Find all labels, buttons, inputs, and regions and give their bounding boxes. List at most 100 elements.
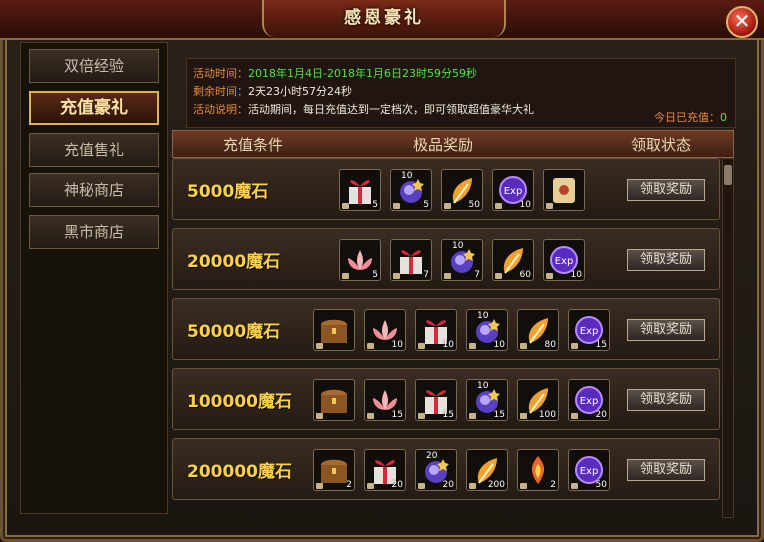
item-count: 20 [442, 480, 454, 490]
gift-box-reward-slot[interactable]: 20 [364, 449, 406, 491]
treasure-chest-reward-slot[interactable]: 2 [313, 449, 355, 491]
item-level: 10 [477, 311, 489, 321]
bound-lock-icon [418, 483, 425, 489]
recharge-condition: 20000魔石 [187, 252, 281, 272]
sidebar-item-mystery-shop[interactable]: 神秘商店 [29, 173, 159, 207]
item-level: 10 [401, 171, 413, 181]
soul-orb-reward-slot[interactable]: 20 20 [415, 449, 457, 491]
today-recharged: 今日已充值：0 [654, 109, 727, 125]
scrollbar-thumb[interactable] [724, 165, 732, 185]
table-row: 50000魔石 10 10 10 10 80 Exp 15 领取奖励 [172, 298, 720, 360]
bound-lock-icon [393, 203, 400, 209]
recharge-condition: 100000魔石 [187, 392, 292, 412]
bound-lock-icon [469, 343, 476, 349]
event-remaining-value: 2天23小时57分24秒 [248, 85, 352, 98]
svg-text:Exp: Exp [580, 466, 599, 477]
claim-reward-button[interactable]: 领取奖励 [627, 389, 705, 411]
close-button[interactable]: ✕ [726, 6, 758, 38]
event-time-value: 2018年1月4日-2018年1月6日23时59分59秒 [248, 67, 477, 80]
lotus-reward-slot[interactable]: 15 [364, 379, 406, 421]
item-count: 5 [423, 200, 429, 210]
bound-lock-icon [444, 273, 451, 279]
bound-lock-icon [469, 413, 476, 419]
table-row: 100000魔石 15 15 10 15 100 Exp 20 领取奖励 [172, 368, 720, 430]
exp-orb-reward-slot[interactable]: Exp 10 [543, 239, 585, 281]
item-count: 20 [595, 410, 607, 420]
lotus-reward-slot[interactable]: 5 [339, 239, 381, 281]
bound-lock-icon [495, 203, 502, 209]
treasure-chest-reward-slot[interactable] [313, 379, 355, 421]
bound-lock-icon [342, 203, 349, 209]
bound-lock-icon [520, 343, 527, 349]
treasure-chest-reward-slot[interactable] [313, 309, 355, 351]
item-count: 200 [487, 480, 505, 490]
sidebar-item-double-exp[interactable]: 双倍经验 [29, 49, 159, 83]
window-title: 感恩豪礼 [262, 0, 506, 38]
bound-lock-icon [393, 273, 400, 279]
soul-orb-reward-slot[interactable]: 10 5 [390, 169, 432, 211]
item-count: 7 [474, 270, 480, 280]
bound-lock-icon [316, 413, 323, 419]
item-count: 5 [372, 270, 378, 280]
scroll-reward-slot[interactable] [543, 169, 585, 211]
item-count: 15 [391, 410, 403, 420]
claim-reward-button[interactable]: 领取奖励 [627, 459, 705, 481]
exp-orb-reward-slot[interactable]: Exp 20 [568, 379, 610, 421]
today-recharged-value: 0 [720, 111, 727, 124]
sidebar-item-recharge-gift[interactable]: 充值豪礼 [29, 91, 159, 125]
claim-reward-button[interactable]: 领取奖励 [627, 249, 705, 271]
item-count: 15 [442, 410, 454, 420]
bound-lock-icon [316, 483, 323, 489]
exp-orb-reward-slot[interactable]: Exp 15 [568, 309, 610, 351]
bound-lock-icon [444, 203, 451, 209]
lotus-reward-slot[interactable]: 10 [364, 309, 406, 351]
svg-text:Exp: Exp [580, 396, 599, 407]
event-desc: 活动说明：活动期间，每日充值达到一定档次，即可领取超值豪华大礼 [193, 101, 534, 117]
feather-reward-slot[interactable]: 200 [466, 449, 508, 491]
soul-orb-reward-slot[interactable]: 10 7 [441, 239, 483, 281]
exp-orb-reward-slot[interactable]: Exp 50 [568, 449, 610, 491]
svg-text:Exp: Exp [504, 186, 523, 197]
svg-text:Exp: Exp [580, 326, 599, 337]
gift-box-reward-slot[interactable]: 5 [339, 169, 381, 211]
bound-lock-icon [316, 343, 323, 349]
bound-lock-icon [418, 413, 425, 419]
item-count: 10 [442, 340, 454, 350]
event-desc-value: 活动期间，每日充值达到一定档次，即可领取超值豪华大礼 [248, 103, 534, 116]
bound-lock-icon [367, 343, 374, 349]
soul-orb-reward-slot[interactable]: 10 10 [466, 309, 508, 351]
item-count: 10 [519, 200, 531, 210]
item-count: 50 [468, 200, 480, 210]
feather-reward-slot[interactable]: 80 [517, 309, 559, 351]
claim-reward-button[interactable]: 领取奖励 [627, 179, 705, 201]
gift-box-reward-slot[interactable]: 7 [390, 239, 432, 281]
title-bar: 感恩豪礼 ✕ [0, 0, 764, 40]
feather-reward-slot[interactable]: 50 [441, 169, 483, 211]
item-count: 2 [346, 480, 352, 490]
feather-reward-slot[interactable]: 60 [492, 239, 534, 281]
event-remaining: 剩余时间：2天23小时57分24秒 [193, 83, 352, 99]
recharge-condition: 50000魔石 [187, 322, 281, 342]
item-count: 10 [493, 340, 505, 350]
scrollbar[interactable] [722, 158, 734, 518]
sidebar-item-black-market[interactable]: 黑市商店 [29, 215, 159, 249]
gift-box-reward-slot[interactable]: 15 [415, 379, 457, 421]
gift-box-reward-slot[interactable]: 10 [415, 309, 457, 351]
bound-lock-icon [342, 273, 349, 279]
exp-orb-reward-slot[interactable]: Exp 10 [492, 169, 534, 211]
svg-text:Exp: Exp [555, 256, 574, 267]
table-header: 充值条件 极品奖励 领取状态 [172, 130, 734, 158]
bound-lock-icon [546, 203, 553, 209]
bound-lock-icon [546, 273, 553, 279]
claim-reward-button[interactable]: 领取奖励 [627, 319, 705, 341]
feather-reward-slot[interactable]: 100 [517, 379, 559, 421]
bound-lock-icon [418, 343, 425, 349]
item-count: 15 [493, 410, 505, 420]
item-count: 5 [372, 200, 378, 210]
event-desc-label: 活动说明： [193, 103, 248, 116]
recharge-condition: 5000魔石 [187, 182, 269, 202]
soul-orb-reward-slot[interactable]: 10 15 [466, 379, 508, 421]
sidebar-item-recharge-sale[interactable]: 充值售礼 [29, 133, 159, 167]
table-row: 5000魔石 5 10 5 50 Exp 10 领取奖励 [172, 158, 720, 220]
flame-gem-reward-slot[interactable]: 2 [517, 449, 559, 491]
